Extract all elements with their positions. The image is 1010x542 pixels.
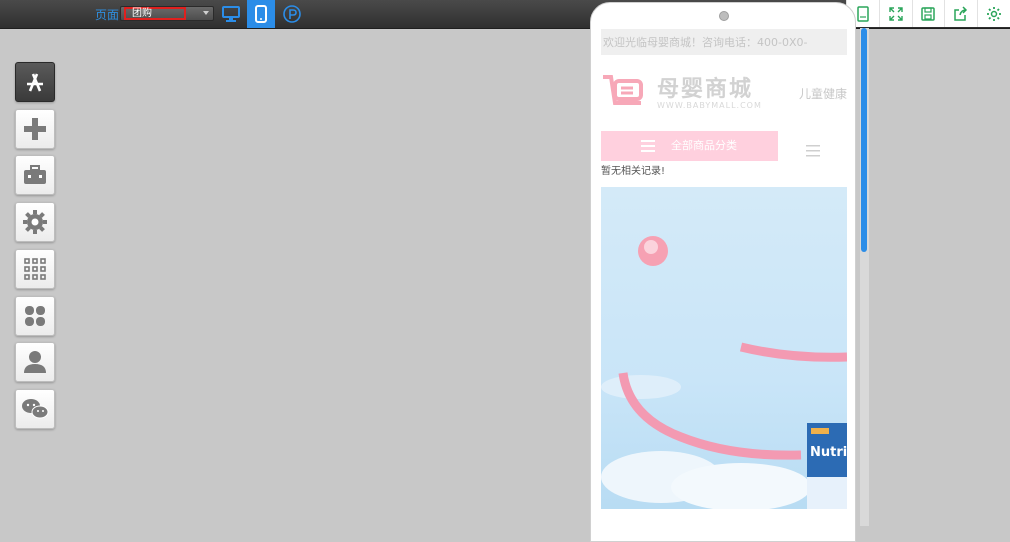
plus-icon <box>24 118 46 140</box>
all-categories-label: 全部商品分类 <box>671 139 737 152</box>
fullscreen-icon <box>888 6 903 21</box>
scrollbar-thumb[interactable] <box>861 28 867 252</box>
user-button[interactable] <box>15 342 55 382</box>
cart-logo-icon <box>603 75 643 105</box>
p-circle-icon <box>283 5 301 23</box>
gear-icon <box>23 210 47 234</box>
add-button[interactable] <box>15 109 55 149</box>
page-select-value: 团购 <box>124 7 186 20</box>
right-toolbar <box>846 0 1010 27</box>
product-box: Nutrilo <box>807 437 847 477</box>
promo-banner[interactable]: Nutrilo <box>601 187 847 509</box>
logo-title: 母婴商城 <box>657 77 754 102</box>
logo-subtitle: WWW.BABYMALL.COM <box>657 101 762 110</box>
wechat-button[interactable] <box>15 389 55 429</box>
app-store-button[interactable] <box>15 62 55 102</box>
page-label: 页面 <box>95 8 120 22</box>
export-button[interactable] <box>944 0 977 27</box>
mobile-view-button[interactable] <box>247 0 275 28</box>
gear-icon <box>987 6 1002 21</box>
export-icon <box>954 5 968 21</box>
save-icon <box>921 6 936 21</box>
chevron-down-icon <box>203 11 209 15</box>
fullscreen-button[interactable] <box>878 0 912 27</box>
save-button[interactable] <box>911 0 945 27</box>
settings-tool-button[interactable] <box>15 202 55 242</box>
menu-icon <box>641 140 655 152</box>
all-categories-button[interactable]: 全部商品分类 <box>601 131 778 161</box>
toolbox-button[interactable] <box>15 155 55 195</box>
custom-view-button[interactable] <box>278 0 306 28</box>
user-icon <box>24 351 46 373</box>
grid-button[interactable] <box>15 249 55 289</box>
modules-button[interactable] <box>15 296 55 336</box>
nav-link-kids-health[interactable]: 儿童健康管 <box>799 85 847 102</box>
product-brand-label: Nutrilo <box>810 445 847 460</box>
phone-preview: 欢迎光临母婴商城！咨询电话：400-0X0- 母婴商城 WWW.BABYMALL… <box>590 2 856 542</box>
toolbox-icon <box>24 165 46 184</box>
page-select[interactable]: 团购 <box>120 6 214 21</box>
phone-icon <box>255 5 267 23</box>
phone-camera <box>719 11 729 21</box>
grid-icon <box>24 258 46 280</box>
desktop-view-button[interactable] <box>217 0 245 28</box>
settings-button[interactable] <box>977 0 1010 27</box>
mobile-frame-icon <box>857 5 869 22</box>
preview-screen[interactable]: 欢迎光临母婴商城！咨询电话：400-0X0- 母婴商城 WWW.BABYMALL… <box>601 29 847 541</box>
monitor-icon <box>222 6 240 22</box>
appstore-icon <box>27 73 43 92</box>
list-icon <box>806 145 820 157</box>
empty-record-text: 暂无相关记录! <box>601 166 666 177</box>
clover-icon <box>25 306 45 326</box>
welcome-bar: 欢迎光临母婴商城！咨询电话：400-0X0- <box>601 29 847 55</box>
preview-scrollbar[interactable] <box>860 28 869 526</box>
wechat-icon <box>22 399 49 419</box>
